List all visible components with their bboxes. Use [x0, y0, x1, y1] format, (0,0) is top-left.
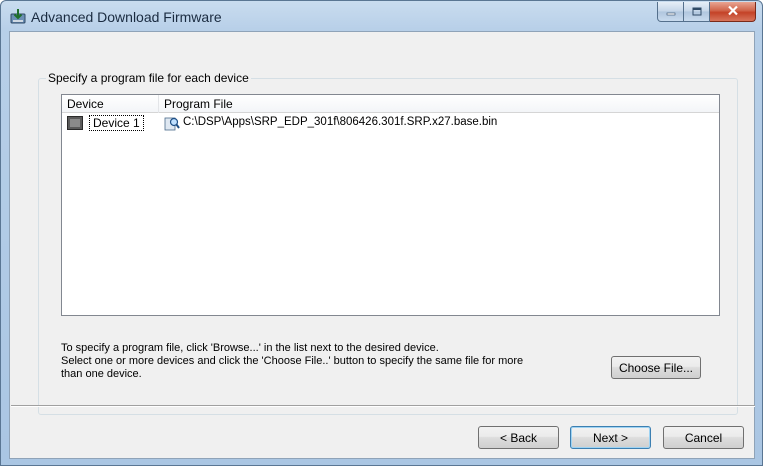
choose-file-button[interactable]: Choose File...	[611, 356, 701, 379]
footer-separator	[11, 405, 755, 407]
back-button[interactable]: < Back	[478, 426, 559, 449]
help-line-2: Select one or more devices and click the…	[61, 355, 524, 367]
window-title: Advanced Download Firmware	[31, 9, 222, 25]
table-row[interactable]: Device 1 C:\DSP\Apps\SRP_EDP_301f\806426…	[62, 114, 719, 132]
next-button[interactable]: Next >	[570, 426, 651, 449]
help-text: To specify a program file, click 'Browse…	[61, 342, 621, 381]
minimize-icon	[666, 5, 676, 19]
chip-icon	[67, 116, 83, 130]
groupbox-title: Specify a program file for each device	[46, 71, 251, 85]
device-cell[interactable]: Device 1	[89, 115, 144, 131]
browse-icon[interactable]	[164, 115, 180, 131]
dialog-window: Advanced Download Firmware Specify a pro…	[0, 0, 763, 466]
column-header-program-file[interactable]: Program File	[159, 95, 719, 113]
program-file-groupbox: Specify a program file for each device D…	[38, 71, 738, 415]
device-list[interactable]: Device Program File Device 1 C:\DSP\Apps…	[61, 94, 720, 316]
column-header-device[interactable]: Device	[62, 95, 159, 113]
minimize-button[interactable]	[657, 2, 684, 22]
program-file-cell: C:\DSP\Apps\SRP_EDP_301f\806426.301f.SRP…	[183, 116, 498, 128]
caption-buttons	[657, 2, 756, 22]
maximize-icon	[692, 5, 702, 19]
title-bar[interactable]: Advanced Download Firmware	[1, 1, 762, 31]
firmware-app-icon	[9, 8, 27, 26]
cancel-button[interactable]: Cancel	[663, 426, 744, 449]
dialog-client-area: Specify a program file for each device D…	[9, 31, 755, 459]
help-line-1: To specify a program file, click 'Browse…	[61, 342, 439, 354]
list-header: Device Program File	[62, 95, 719, 113]
help-line-3: than one device.	[61, 368, 142, 380]
close-icon	[727, 5, 739, 19]
maximize-button[interactable]	[684, 2, 710, 22]
close-button[interactable]	[710, 2, 756, 22]
